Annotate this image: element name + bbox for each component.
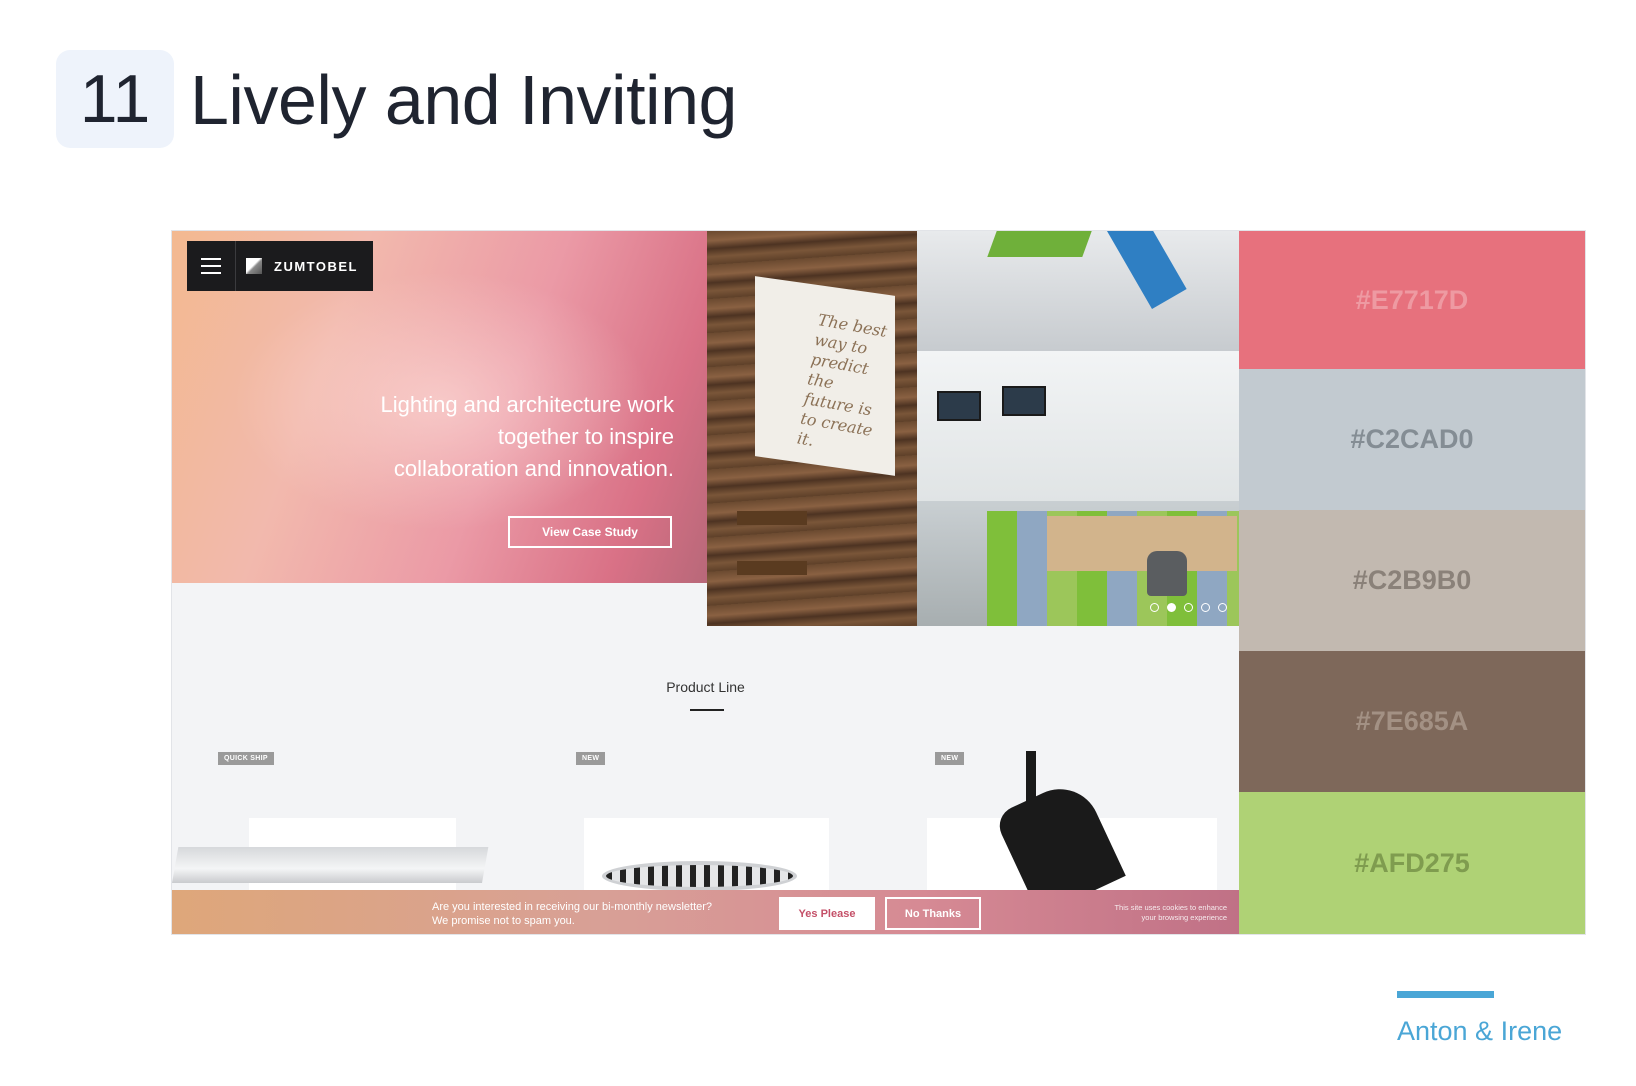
product-tag: QUICK SHIP	[218, 752, 274, 765]
carousel-dot[interactable]	[1218, 603, 1227, 612]
photo-planter	[737, 561, 807, 575]
view-case-study-button[interactable]: View Case Study	[508, 516, 672, 548]
swatch-label: #AFD275	[1354, 847, 1470, 878]
swatch-label: #7E685A	[1355, 706, 1469, 736]
hero-office-photo: The best way to predict the future is to…	[707, 231, 1239, 626]
author-accent-line	[1397, 991, 1494, 998]
photo-room	[917, 351, 1239, 511]
website-preview: ZUMTOBEL Lighting and architecture work …	[172, 231, 1239, 934]
photo-green-panel	[987, 231, 1092, 257]
hero-line: Lighting and architecture work	[380, 392, 675, 417]
photo-chair	[1147, 551, 1187, 596]
page-title: Lively and Inviting	[190, 61, 737, 139]
color-swatch: #E7717D	[1239, 231, 1585, 369]
color-palette: #E7717D #C2CAD0 #C2B9B0 #7E685A #AFD275	[1239, 231, 1585, 934]
yes-please-button[interactable]: Yes Please	[779, 897, 875, 930]
site-header: ZUMTOBEL	[187, 241, 373, 291]
carousel-dot[interactable]	[1150, 603, 1159, 612]
product-downlight[interactable]	[602, 861, 797, 891]
author-credit: Anton & Irene	[1397, 1016, 1563, 1046]
newsletter-line: Are you interested in receiving our bi-m…	[432, 901, 713, 913]
carousel-dot-active[interactable]	[1167, 603, 1176, 612]
slide-number: 11	[79, 61, 151, 137]
slide-number-badge: 11	[56, 50, 174, 148]
color-swatch: #AFD275	[1239, 792, 1585, 934]
photo-screen	[937, 391, 981, 421]
hamburger-menu-icon[interactable]	[187, 241, 236, 291]
hero-line: together to inspire	[497, 424, 674, 449]
hero-section: ZUMTOBEL Lighting and architecture work …	[172, 231, 707, 583]
cookie-line: This site uses cookies to enhance	[1114, 903, 1227, 912]
newsletter-bar: Are you interested in receiving our bi-m…	[172, 890, 1239, 934]
photo-screen	[1002, 386, 1046, 416]
carousel-dot[interactable]	[1201, 603, 1210, 612]
color-swatch: #C2CAD0	[1239, 369, 1585, 510]
product-panel-light[interactable]	[172, 847, 489, 883]
cookie-notice: This site uses cookies to enhance your b…	[1077, 903, 1227, 923]
logo-mark-icon	[246, 258, 262, 274]
color-swatch: #C2B9B0	[1239, 510, 1585, 651]
brand-logo[interactable]: ZUMTOBEL	[274, 259, 358, 274]
newsletter-text: Are you interested in receiving our bi-m…	[432, 900, 762, 928]
screenshot-frame: ZUMTOBEL Lighting and architecture work …	[171, 230, 1586, 935]
color-swatch: #7E685A	[1239, 651, 1585, 792]
hero-tagline: Lighting and architecture work together …	[334, 389, 675, 485]
product-tag: NEW	[576, 752, 606, 765]
swatch-label: #C2B9B0	[1352, 565, 1472, 595]
hero-line: collaboration and innovation.	[393, 456, 674, 481]
no-thanks-button[interactable]: No Thanks	[885, 897, 981, 930]
product-tag: NEW	[935, 752, 965, 765]
photo-table	[1047, 516, 1237, 571]
photo-planter	[737, 511, 807, 525]
cookie-line: your browsing experience	[1141, 913, 1227, 922]
carousel-dot[interactable]	[1184, 603, 1193, 612]
carousel-dots	[1150, 603, 1227, 612]
swatch-label: #C2CAD0	[1350, 424, 1474, 454]
newsletter-line: We promise not to spam you.	[432, 915, 575, 927]
product-line-title: Product Line	[666, 679, 745, 695]
product-line-underline	[690, 709, 724, 711]
swatch-label: #E7717D	[1355, 284, 1469, 315]
